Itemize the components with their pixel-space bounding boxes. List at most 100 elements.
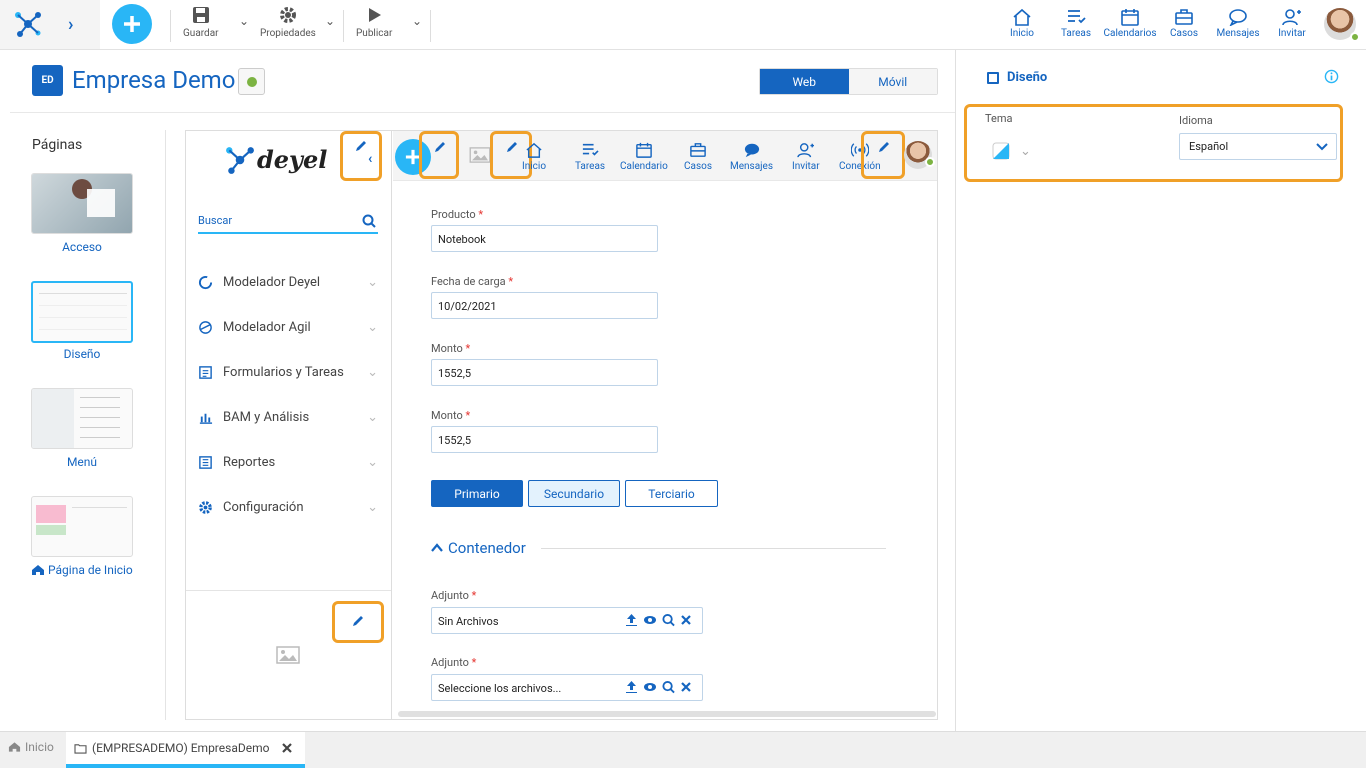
page-label-home[interactable]: Página de Inicio — [31, 563, 141, 577]
container-header[interactable]: Contenedor — [431, 539, 526, 557]
menu-item-modelador-agil[interactable]: Modelador Agil ⌄ — [198, 320, 378, 335]
nav-tasks[interactable]: Tareas — [1048, 8, 1104, 39]
tertiary-button[interactable]: Terciario — [625, 480, 718, 507]
language-select[interactable]: Español — [1179, 133, 1337, 160]
chat-icon — [744, 143, 759, 158]
menu-label: Reportes — [223, 455, 276, 470]
eye-icon[interactable] — [643, 613, 657, 627]
tab-web[interactable]: Web — [760, 69, 849, 94]
field-label-amount-2: Monto * — [431, 409, 471, 422]
nav-calendars-label: Calendarios — [1103, 28, 1157, 39]
logo-edit-pencil-icon[interactable] — [354, 139, 368, 153]
page-thumb-home[interactable] — [31, 496, 133, 557]
preview-nav-cases[interactable]: Casos — [684, 142, 712, 172]
menu-item-formularios[interactable]: Formularios y Tareas ⌄ — [198, 365, 378, 380]
forms-icon — [199, 366, 212, 379]
collapse-chevron-icon[interactable]: ‹ — [368, 151, 372, 167]
header-edit-highlight-3 — [861, 131, 905, 179]
theme-label: Tema — [985, 112, 1013, 125]
tab-mobile[interactable]: Móvil — [848, 69, 937, 94]
sidebar-image-pencil-icon[interactable] — [351, 614, 365, 628]
bottom-tabs-bar: Inicio (EMPRESADEMO) EmpresaDemo — [0, 731, 1366, 768]
info-icon[interactable] — [1324, 69, 1339, 84]
search-icon[interactable] — [662, 680, 675, 694]
header-pencil-icon-2[interactable] — [505, 140, 519, 154]
eye-icon[interactable] — [643, 680, 657, 694]
properties-dropdown-chevron-icon[interactable]: ⌄ — [325, 14, 335, 28]
upload-icon[interactable] — [625, 680, 638, 694]
search-icon[interactable] — [362, 214, 376, 228]
calendar-icon — [1121, 9, 1139, 26]
date-input[interactable]: 10/02/2021 — [431, 292, 658, 319]
nav-messages[interactable]: Mensajes — [1210, 8, 1266, 39]
preview-nav-invite[interactable]: Invitar — [792, 142, 820, 172]
nav-invite[interactable]: Invitar — [1264, 8, 1320, 39]
publish-button[interactable]: Publicar — [356, 6, 392, 39]
nav-calendars[interactable]: Calendarios — [1102, 8, 1158, 39]
preview-logo[interactable]: deyel — [225, 145, 327, 174]
chevron-down-icon: ⌄ — [367, 410, 378, 425]
save-icon — [192, 7, 209, 23]
page-thumb-design[interactable] — [31, 281, 133, 343]
bottom-home-tab[interactable]: Inicio — [8, 740, 54, 754]
preview-search[interactable]: Buscar — [198, 208, 378, 234]
preview-nav-tasks[interactable]: Tareas — [575, 142, 605, 172]
menu-item-configuracion[interactable]: Configuración ⌄ — [198, 500, 378, 515]
page-thumb-access[interactable] — [31, 173, 133, 234]
horizontal-scrollbar[interactable] — [398, 711, 936, 717]
page-thumb-menu[interactable] — [31, 388, 133, 449]
page-label-design[interactable]: Diseño — [31, 347, 133, 361]
attachment-field-1[interactable]: Sin Archivos — [431, 607, 703, 634]
home-icon — [1013, 8, 1031, 26]
properties-button[interactable]: Propiedades — [260, 6, 316, 39]
amount-input-2[interactable]: 1552,5 — [431, 426, 658, 453]
expand-chevron-icon[interactable]: › — [68, 14, 73, 35]
deyel-logo-icon[interactable] — [14, 11, 42, 37]
attachment-field-2[interactable]: Seleccione los archivos... — [431, 674, 703, 701]
menu-item-bam[interactable]: BAM y Análisis ⌄ — [198, 410, 378, 425]
header-pencil-icon-1[interactable] — [433, 140, 447, 154]
add-button[interactable] — [112, 4, 152, 44]
report-icon — [199, 456, 212, 469]
status-indicator[interactable] — [238, 68, 265, 95]
theme-selector[interactable]: ⌄ — [992, 142, 1031, 160]
save-button[interactable]: Guardar — [183, 6, 219, 39]
header-pencil-icon-3[interactable] — [877, 140, 891, 154]
container-divider — [541, 548, 886, 549]
nav-home[interactable]: Inicio — [994, 8, 1050, 39]
secondary-button[interactable]: Secundario — [528, 480, 620, 507]
upload-icon[interactable] — [625, 613, 638, 627]
logo-area: › — [0, 0, 100, 49]
page-title: Empresa Demo — [72, 66, 236, 94]
language-value: Español — [1189, 140, 1229, 153]
close-icon[interactable] — [282, 743, 293, 753]
close-icon[interactable] — [680, 680, 692, 694]
chat-icon — [1229, 9, 1247, 26]
design-checkbox[interactable] — [987, 71, 999, 84]
nav-cases[interactable]: Casos — [1156, 8, 1212, 39]
page-label-menu[interactable]: Menú — [31, 455, 133, 469]
online-status-dot — [1350, 32, 1360, 42]
bottom-active-tab[interactable]: (EMPRESADEMO) EmpresaDemo — [66, 732, 305, 768]
field-label-product: Producto * — [431, 208, 484, 221]
preview-nav-home[interactable]: Inicio — [522, 142, 546, 172]
primary-button[interactable]: Primario — [431, 480, 523, 507]
product-input[interactable]: Notebook — [431, 225, 658, 252]
close-icon[interactable] — [680, 613, 692, 627]
design-properties-panel: Diseño Tema ⌄ Idioma Español — [955, 50, 1366, 731]
amount-input-1[interactable]: 1552,5 — [431, 359, 658, 386]
search-icon[interactable] — [662, 613, 675, 627]
plus-icon — [124, 16, 140, 32]
publish-dropdown-chevron-icon[interactable]: ⌄ — [412, 14, 422, 28]
save-dropdown-chevron-icon[interactable]: ⌄ — [239, 14, 249, 28]
chevron-down-icon — [1316, 143, 1328, 151]
preview-nav-calendar[interactable]: Calendario — [620, 142, 668, 172]
menu-label: Modelador Deyel — [223, 275, 321, 290]
preview-nav-messages[interactable]: Mensajes — [730, 142, 773, 172]
page-label-access[interactable]: Acceso — [31, 240, 133, 254]
chevron-down-icon: ⌄ — [367, 275, 378, 290]
tasks-icon — [1068, 10, 1086, 24]
menu-item-reportes[interactable]: Reportes ⌄ — [198, 455, 378, 470]
chevron-down-icon: ⌄ — [367, 320, 378, 335]
menu-item-modelador-deyel[interactable]: Modelador Deyel ⌄ — [198, 275, 378, 290]
